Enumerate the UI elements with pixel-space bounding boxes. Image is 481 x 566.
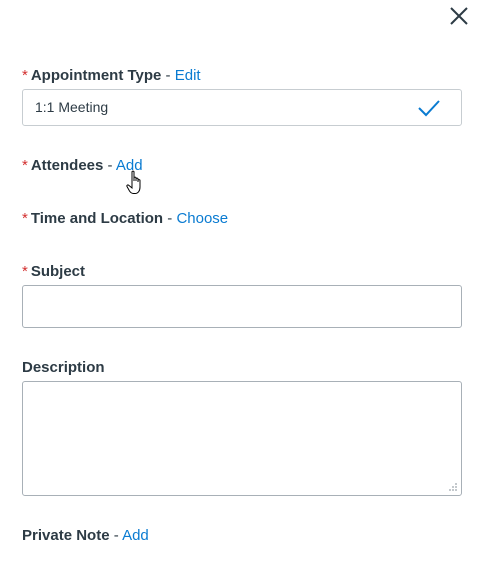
appointment-type-label-row: * Appointment Type - Edit <box>22 67 201 85</box>
time-location-label-row: * Time and Location - Choose <box>22 210 228 228</box>
separator: - <box>161 67 175 84</box>
private-note-add-link[interactable]: Add <box>122 527 149 544</box>
close-button[interactable] <box>447 4 471 28</box>
required-marker: * <box>22 210 28 227</box>
attendees-label-row: * Attendees - Add <box>22 157 143 175</box>
subject-label-row: * Subject <box>22 263 85 281</box>
private-note-label-row: Private Note - Add <box>22 527 149 545</box>
required-marker: * <box>22 157 28 174</box>
description-label: Description <box>22 359 105 376</box>
attendees-add-link[interactable]: Add <box>116 157 143 174</box>
separator: - <box>103 157 116 174</box>
appointment-type-edit-link[interactable]: Edit <box>175 67 201 84</box>
check-icon <box>418 100 440 117</box>
private-note-label: Private Note <box>22 527 110 544</box>
attendees-label: Attendees <box>30 157 104 174</box>
appointment-dialog: * Appointment Type - Edit 1:1 Meeting * At… <box>0 0 481 566</box>
appointment-type-select[interactable]: 1:1 Meeting <box>22 89 462 126</box>
time-location-label: Time and Location <box>30 210 164 227</box>
description-label-row: Description <box>22 359 105 377</box>
time-location-choose-link[interactable]: Choose <box>176 210 228 227</box>
required-marker: * <box>22 263 28 280</box>
appointment-type-label: Appointment Type <box>30 67 162 84</box>
required-marker: * <box>22 67 28 84</box>
close-icon <box>450 7 468 25</box>
separator: - <box>163 210 177 227</box>
subject-input[interactable] <box>22 285 462 328</box>
appointment-type-value: 1:1 Meeting <box>35 99 109 115</box>
separator: - <box>109 527 123 544</box>
subject-label: Subject <box>30 263 86 280</box>
resize-grip-icon[interactable] <box>448 482 458 492</box>
description-textarea[interactable] <box>22 381 462 496</box>
